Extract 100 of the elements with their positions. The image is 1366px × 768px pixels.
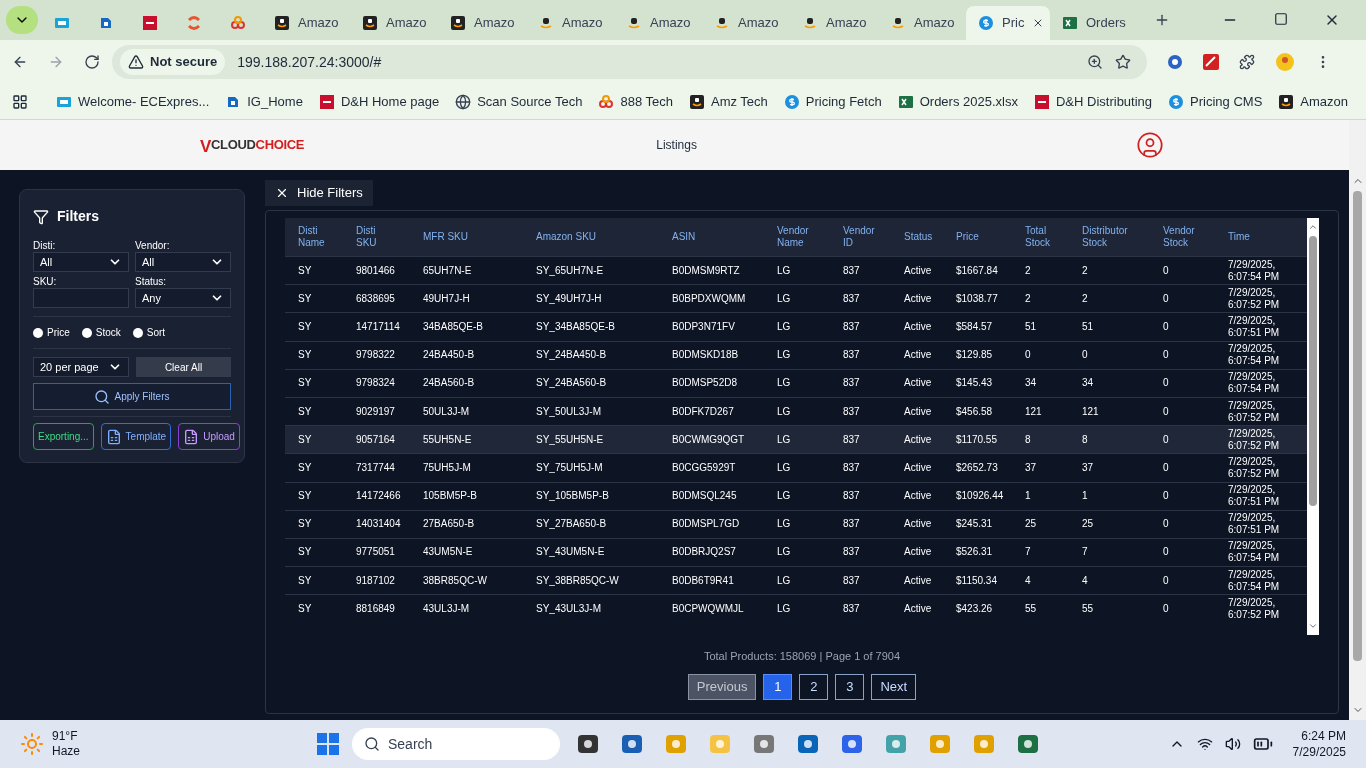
- url-text: 199.188.207.24:3000/#: [237, 52, 382, 72]
- bookmark[interactable]: Amz Tech: [689, 91, 768, 112]
- taskbar-search-field[interactable]: Search: [352, 728, 560, 760]
- start-icon[interactable]: [316, 732, 340, 756]
- table-row[interactable]: SY 9801466 65UH7N-E SY_65UH7N-E B0DMSM9RTZ LG 837 Active $1667.84 2 2 0 7/29/2025, 6:07:54 PM: [285, 256, 1307, 285]
- per-page-select[interactable]: 20 per page: [33, 357, 129, 377]
- listings-link[interactable]: Listings: [656, 136, 697, 154]
- radio-option[interactable]: Sort: [132, 325, 166, 340]
- bookmark[interactable]: D&H Home page: [318, 91, 440, 112]
- table-cell-text: 7/29/2025, 6:07:51 PM: [1228, 314, 1281, 339]
- table-cell: Active: [904, 320, 930, 333]
- bookmark[interactable]: Pricing Fetch: [783, 91, 882, 112]
- clear-all-button[interactable]: Clear All: [136, 357, 231, 377]
- bookmark[interactable]: IG_Home: [225, 91, 303, 112]
- new-tab-icon[interactable]: [1154, 12, 1170, 28]
- bookmark[interactable]: Scan Source Tech: [455, 91, 583, 112]
- table-cell: Active: [904, 292, 930, 305]
- apply-filters-button[interactable]: Apply Filters: [33, 383, 231, 410]
- bookmark-star-icon[interactable]: [1115, 54, 1131, 70]
- table-row[interactable]: SY 9798322 24BA450-B SY_24BA450-B B0DMSKD18B LG 837 Active $129.85 0 0 0 7/29/2025, 6:07:54 PM: [285, 340, 1307, 369]
- browser-tab[interactable]: Amazo: [262, 6, 350, 40]
- app-icon[interactable]: [796, 732, 820, 756]
- extension-icon[interactable]: [1203, 54, 1219, 70]
- page-scrollbar[interactable]: [1349, 120, 1366, 720]
- select-field[interactable]: All: [33, 252, 129, 272]
- table-row[interactable]: SY 9187102 38BR85QC-W SY_38BR85QC-W B0DB6T9R41 LG 837 Active $1150.34 4 4 0 7/29/2025, 6:07:54 PM: [285, 566, 1307, 595]
- browser-tab[interactable]: Orders: [1050, 6, 1146, 40]
- browser-tab[interactable]: Amazo: [790, 6, 878, 40]
- user-icon[interactable]: [1136, 131, 1164, 159]
- app-icon[interactable]: [1016, 732, 1040, 756]
- select-field[interactable]: Any: [135, 288, 231, 308]
- page-button[interactable]: 2: [799, 673, 829, 700]
- network-icon[interactable]: [1196, 736, 1213, 752]
- browser-tab[interactable]: Amazo: [614, 6, 702, 40]
- previous-button[interactable]: Previous: [687, 673, 757, 700]
- app-icon[interactable]: [620, 732, 644, 756]
- next-button[interactable]: Next: [871, 673, 917, 700]
- maximize-icon[interactable]: [1274, 12, 1288, 26]
- browser-tab[interactable]: Pric: [966, 6, 1050, 40]
- table-cell-text: 7/29/2025, 6:07:54 PM: [1228, 568, 1281, 593]
- forward-icon[interactable]: [48, 54, 64, 70]
- table-row[interactable]: SY 9775051 43UM5N-E SY_43UM5N-E B0DBRJQ2S7 LG 837 Active $526.31 7 7 0 7/29/2025, 6:07:54 PM: [285, 537, 1307, 567]
- browser-tab[interactable]: Amazo: [438, 6, 526, 40]
- input-field[interactable]: [33, 288, 129, 308]
- spreadsheet-icon: [1062, 15, 1078, 31]
- bookmark[interactable]: D&H Distributing: [1033, 91, 1153, 112]
- extensions-icon[interactable]: [1239, 54, 1255, 70]
- security-chip[interactable]: Not secure: [120, 49, 226, 75]
- scroll-up-icon[interactable]: [1308, 222, 1318, 232]
- radio-option[interactable]: Stock: [81, 325, 121, 340]
- volume-icon[interactable]: [1224, 736, 1241, 752]
- bookmark[interactable]: 888 Tech: [598, 91, 673, 112]
- table-cell-text: 9057164: [356, 433, 396, 446]
- smile-icon: [689, 93, 705, 110]
- table-cell-text: LG: [777, 320, 792, 333]
- table-row[interactable]: SY 7317744 75UH5J-M SY_75UH5J-M B0CGG5929T LG 837 Active $2652.73 37 37 0 7/29/2025, 6:07:52 PM: [285, 453, 1307, 482]
- browser-tab[interactable]: Amazo: [526, 6, 614, 40]
- action-button[interactable]: Template: [100, 423, 172, 450]
- bookmark[interactable]: Welcome- ECExpres...: [56, 91, 210, 112]
- scrollbar[interactable]: [1307, 218, 1319, 635]
- browser-tab[interactable]: Amazo: [350, 6, 438, 40]
- table-cell-text: SY: [298, 264, 313, 277]
- table-row[interactable]: SY 9057164 55UH5N-E SY_55UH5N-E B0CWMG9QGT LG 837 Active $1170.55 8 8 0 7/29/2025, 6:07:52 PM: [285, 425, 1307, 454]
- table-cell-text: B0CWMG9QGT: [672, 433, 746, 446]
- action-button[interactable]: Upload: [178, 423, 240, 450]
- hide-filters-button[interactable]: Hide Filters: [265, 180, 373, 206]
- table-row[interactable]: SY 14717114 34BA85QE-B SY_34BA85QE-B B0DP3N71FV LG 837 Active $584.57 51 51 0 7/29/2025, 6:07:51 PM: [285, 312, 1307, 341]
- tab-search-button[interactable]: [6, 6, 38, 34]
- table-row[interactable]: SY 14172466 105BM5P-B SY_105BM5P-B B0DMSQL245 LG 837 Active $10926.44 1 1 0 7/29/2025, 6:07:51 PM: [285, 481, 1307, 510]
- page-button[interactable]: 3: [835, 673, 865, 700]
- extension-icon[interactable]: [1167, 54, 1183, 70]
- table-cell-text: SY: [298, 490, 313, 503]
- bookmark[interactable]: Pricing CMS: [1168, 91, 1263, 112]
- table-row[interactable]: SY 14031404 27BA650-B SY_27BA650-B B0DMSPL7GD LG 837 Active $245.31 25 25 0 7/29/2025, 6:07:51 PM: [285, 509, 1307, 538]
- table-cell-text: SY_24BA450-B: [536, 349, 608, 362]
- back-icon[interactable]: [12, 54, 28, 70]
- action-button[interactable]: Exporting...: [33, 423, 94, 450]
- table-cell-text: 43UL3J-M: [423, 602, 471, 615]
- table-cell-text: B0DMSPL7GD: [672, 518, 741, 531]
- address-field[interactable]: Not secure 199.188.207.24:3000/#: [112, 45, 1147, 79]
- browser-tab[interactable]: Amazo: [702, 6, 790, 40]
- browser-tab[interactable]: Amazo: [878, 6, 966, 40]
- zoom-icon[interactable]: [1087, 54, 1103, 70]
- select-field[interactable]: All: [135, 252, 231, 272]
- table-cell-text: SY_55UH5N-E: [536, 433, 605, 446]
- radio-option[interactable]: Price: [33, 325, 70, 340]
- profile-icon[interactable]: [1275, 52, 1295, 72]
- apps-icon[interactable]: [12, 93, 28, 110]
- app-icon[interactable]: [576, 732, 600, 756]
- table-row[interactable]: SY 8816849 43UL3J-M SY_43UL3J-M B0CPWQWMJL LG 837 Active $423.26 55 55 0 7/29/2025, 6:07:52 PM: [285, 594, 1307, 623]
- table-row[interactable]: SY 9798324 24BA560-B SY_24BA560-B B0DMSP52D8 LG 837 Active $145.43 34 34 0 7/29/2025, 6:07:54 PM: [285, 368, 1307, 397]
- column-header: Vendor Stock: [1163, 225, 1196, 249]
- table-row[interactable]: SY 6838695 49UH7J-H SY_49UH7J-H B0BPDXWQMM LG 837 Active $1038.77 2 2 0 7/29/2025, 6:07:52 PM: [285, 284, 1307, 313]
- table-cell-text: SY: [298, 349, 313, 362]
- scroll-down-icon[interactable]: [1308, 621, 1318, 631]
- reload-icon[interactable]: [84, 54, 100, 70]
- page-button[interactable]: 1: [763, 673, 793, 700]
- bookmark[interactable]: Amazon: [1278, 91, 1348, 112]
- table-cell-text: 0: [1163, 405, 1170, 418]
- bookmark[interactable]: Orders 2025.xlsx: [897, 91, 1018, 112]
